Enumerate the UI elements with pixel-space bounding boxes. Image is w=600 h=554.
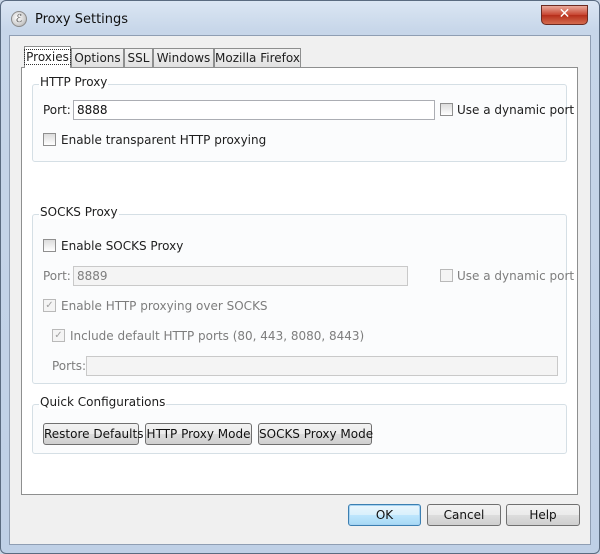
dialog-client-area: Proxies Options SSL Windows Mozilla Fire…	[9, 35, 591, 545]
socks-port-label: Port:	[43, 269, 71, 283]
http-dynamic-port-label[interactable]: Use a dynamic port	[457, 103, 574, 117]
proxy-settings-window: ℰ Proxy Settings ✕ Proxies Options SSL W…	[0, 0, 600, 554]
http-port-label: Port:	[43, 103, 71, 117]
socks-proxy-group: SOCKS Proxy Enable SOCKS Proxy Port: Use…	[32, 205, 574, 384]
http-over-socks-label[interactable]: Enable HTTP proxying over SOCKS	[61, 299, 268, 313]
tab-mozilla-firefox[interactable]: Mozilla Firefox	[214, 48, 301, 67]
socks-dynamic-port-label[interactable]: Use a dynamic port	[457, 269, 574, 283]
tab-windows[interactable]: Windows	[153, 48, 214, 67]
transparent-proxying-checkbox[interactable]	[43, 133, 56, 146]
enable-socks-checkbox[interactable]	[43, 239, 56, 252]
http-over-socks-checkbox[interactable]: ✓	[43, 299, 56, 312]
socks-port-input[interactable]	[73, 266, 408, 286]
http-proxy-group: HTTP Proxy Port: Use a dynamic port Enab…	[32, 75, 574, 162]
quick-configurations-group: Quick Configurations Restore Defaults HT…	[32, 395, 567, 454]
socks-ports-label: Ports:	[52, 359, 87, 373]
close-button[interactable]: ✕	[541, 5, 588, 25]
help-button[interactable]: Help	[506, 504, 580, 526]
include-default-ports-label[interactable]: Include default HTTP ports (80, 443, 808…	[70, 329, 364, 343]
socks-proxy-group-title: SOCKS Proxy	[39, 205, 119, 219]
include-default-ports-checkbox[interactable]: ✓	[52, 329, 65, 342]
http-port-input[interactable]	[73, 100, 435, 120]
cancel-button[interactable]: Cancel	[427, 504, 501, 526]
tab-ssl[interactable]: SSL	[124, 48, 153, 67]
restore-defaults-button[interactable]: Restore Defaults	[43, 423, 143, 445]
enable-socks-label[interactable]: Enable SOCKS Proxy	[61, 239, 183, 253]
ok-button[interactable]: OK	[348, 504, 421, 526]
proxies-tab-panel: HTTP Proxy Port: Use a dynamic port Enab…	[21, 67, 578, 495]
socks-dynamic-port-checkbox[interactable]	[440, 269, 453, 282]
close-icon: ✕	[558, 6, 571, 22]
transparent-proxying-label[interactable]: Enable transparent HTTP proxying	[61, 133, 266, 147]
title-bar[interactable]: ℰ Proxy Settings ✕	[1, 1, 599, 37]
tab-options[interactable]: Options	[71, 48, 124, 67]
socks-ports-input[interactable]	[86, 356, 558, 376]
quick-configurations-title: Quick Configurations	[39, 395, 167, 409]
tab-proxies[interactable]: Proxies	[24, 46, 71, 68]
fiddler-app-icon: ℰ	[11, 11, 27, 27]
http-dynamic-port-checkbox[interactable]	[440, 103, 453, 116]
window-title: Proxy Settings	[35, 12, 129, 27]
http-proxy-group-title: HTTP Proxy	[39, 75, 109, 89]
socks-proxy-mode-button[interactable]: SOCKS Proxy Mode	[258, 423, 373, 445]
http-proxy-mode-button[interactable]: HTTP Proxy Mode	[145, 423, 252, 445]
